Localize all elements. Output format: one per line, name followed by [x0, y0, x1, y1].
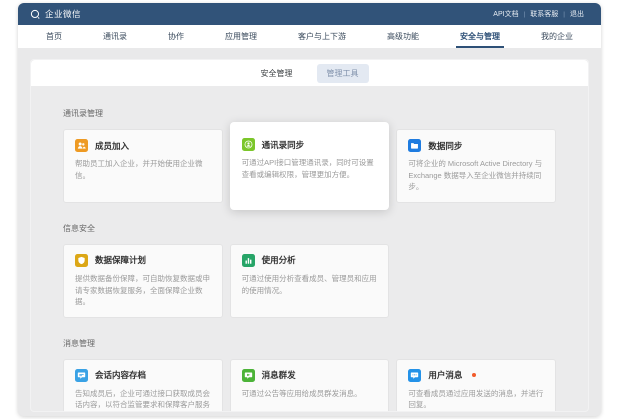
card-description: 可通过使用分析查看成员、管理员和应用的使用情况。 — [242, 273, 378, 296]
bar-chart-icon — [242, 254, 255, 267]
person-sync-icon — [242, 138, 255, 151]
card-user-messages[interactable]: 用户消息 可查看成员通过应用发送的消息，并进行回复。 — [396, 359, 556, 412]
nav-item-contacts[interactable]: 通讯录 — [97, 25, 133, 48]
tab-security-management[interactable]: 安全管理 — [251, 64, 303, 83]
message-dots-icon — [408, 369, 421, 382]
card-title: 使用分析 — [262, 254, 296, 266]
nav-item-collaboration[interactable]: 协作 — [162, 25, 190, 48]
contact-support-link[interactable]: 联系客服 — [525, 9, 563, 19]
people-icon — [75, 139, 88, 152]
card-chat-archive[interactable]: 会话内容存档 告知成员后，企业可通过接口获取成员会话内容，以符合监管要求和保障客… — [63, 359, 223, 412]
card-title: 数据同步 — [428, 140, 462, 152]
card-description: 告知成员后，企业可通过接口获取成员会话内容，以符合监管要求和保障客户服务质量。 — [75, 388, 211, 412]
section-label-information-security: 信息安全 — [63, 223, 556, 234]
tool-sections: 通讯录管理 成员加入 — [31, 108, 588, 412]
nav-item-customers[interactable]: 客户与上下游 — [292, 25, 352, 48]
card-description: 帮助员工加入企业，并开始使用企业微信。 — [75, 158, 211, 181]
card-member-join[interactable]: 成员加入 帮助员工加入企业，并开始使用企业微信。 — [63, 129, 223, 203]
unread-dot — [472, 373, 476, 377]
tab-management-tools[interactable]: 管理工具 — [317, 64, 369, 83]
main-nav: 首页 通讯录 协作 应用管理 客户与上下游 高级功能 安全与管理 我的企业 — [18, 25, 601, 48]
nav-item-advanced[interactable]: 高级功能 — [381, 25, 425, 48]
shield-icon — [75, 254, 88, 267]
app-window: 企业微信 API文档 | 联系客服 | 退出 首页 通讯录 协作 应用管理 客户… — [18, 3, 601, 416]
topbar: 企业微信 API文档 | 联系客服 | 退出 — [18, 3, 601, 25]
topbar-links: API文档 | 联系客服 | 退出 — [488, 9, 589, 19]
section-label-contacts-management: 通讯录管理 — [63, 108, 556, 119]
management-panel: 安全管理 管理工具 通讯录管理 — [30, 59, 589, 412]
folder-sync-icon — [408, 139, 421, 152]
wework-logo-icon — [30, 9, 41, 20]
content-area: 安全管理 管理工具 通讯录管理 — [18, 59, 601, 416]
card-description: 可将企业的 Microsoft Active Directory 与 Excha… — [408, 158, 544, 193]
card-data-sync[interactable]: 数据同步 可将企业的 Microsoft Active Directory 与 … — [396, 129, 556, 203]
card-title: 消息群发 — [262, 369, 296, 381]
card-grid: 数据保障计划 提供数据备份保障，可自助恢复数据或申请专家数据恢复服务，全面保障企… — [63, 244, 556, 318]
card-title: 会话内容存档 — [95, 369, 146, 381]
nav-item-security-management[interactable]: 安全与管理 — [454, 25, 506, 48]
nav-item-app-management[interactable]: 应用管理 — [219, 25, 263, 48]
logout-link[interactable]: 退出 — [565, 9, 589, 19]
card-description: 可查看成员通过应用发送的消息，并进行回复。 — [408, 388, 544, 411]
nav-item-my-company[interactable]: 我的企业 — [535, 25, 579, 48]
card-title: 成员加入 — [95, 140, 129, 152]
card-title: 数据保障计划 — [95, 254, 146, 266]
card-title: 用户消息 — [428, 369, 462, 381]
wework-logo: 企业微信 — [30, 8, 81, 20]
card-title: 通讯录同步 — [262, 139, 305, 151]
card-usage-analysis[interactable]: 使用分析 可通过使用分析查看成员、管理员和应用的使用情况。 — [230, 244, 390, 318]
card-grid: 会话内容存档 告知成员后，企业可通过接口获取成员会话内容，以符合监管要求和保障客… — [63, 359, 556, 412]
card-message-broadcast[interactable]: 消息群发 可通过公告等应用给成员群发消息。 — [230, 359, 390, 412]
card-contacts-sync[interactable]: 通讯录同步 可通过API接口管理通讯录，同时可设置查看或编辑权限，管理更加方便。 — [230, 122, 390, 210]
card-description: 提供数据备份保障，可自助恢复数据或申请专家数据恢复服务，全面保障企业数据。 — [75, 273, 211, 308]
card-data-protection-plan[interactable]: 数据保障计划 提供数据备份保障，可自助恢复数据或申请专家数据恢复服务，全面保障企… — [63, 244, 223, 318]
nav-item-home[interactable]: 首页 — [40, 25, 68, 48]
card-description: 可通过API接口管理通讯录，同时可设置查看或编辑权限，管理更加方便。 — [242, 157, 378, 180]
wework-logo-text: 企业微信 — [45, 8, 81, 20]
api-docs-link[interactable]: API文档 — [488, 9, 523, 19]
section-label-message-management: 消息管理 — [63, 338, 556, 349]
card-description: 可通过公告等应用给成员群发消息。 — [242, 388, 378, 400]
subtab-strip: 安全管理 管理工具 — [31, 60, 588, 86]
broadcast-icon — [242, 369, 255, 382]
chat-archive-icon — [75, 369, 88, 382]
card-grid: 成员加入 帮助员工加入企业，并开始使用企业微信。 — [63, 129, 556, 203]
